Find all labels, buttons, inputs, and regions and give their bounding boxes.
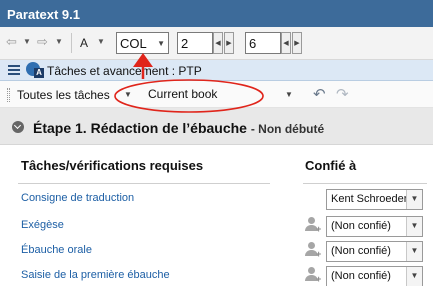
project-letter-icon: A	[34, 68, 44, 78]
book-dropdown-icon[interactable]: ▼	[157, 39, 165, 48]
verse-field[interactable]: 6	[245, 32, 281, 54]
task-link[interactable]: Consigne de traduction	[21, 192, 134, 204]
navigation-toolbar: ⇦ ▼ ⇨ ▼ A ▼ COL ▼ 2 ◀ ▶ 6 ◀ ▶	[0, 27, 433, 60]
assignee-value: Kent Schroeder	[331, 193, 408, 205]
book-range-dropdown[interactable]: Current book	[148, 87, 217, 101]
forward-arrow-icon[interactable]: ⇨	[37, 35, 48, 49]
verse-value: 6	[249, 36, 257, 51]
assignee-dropdown-icon[interactable]: ▼	[406, 267, 422, 286]
stage-status: - Non débuté	[250, 122, 325, 136]
assignee-dropdown-icon[interactable]: ▼	[406, 190, 422, 209]
collapse-chevron-icon[interactable]	[12, 121, 24, 133]
window-title: Paratext 9.1	[7, 7, 80, 22]
panel-title: Tâches et avancement : PTP	[47, 64, 202, 78]
assignee-dropdown-icon[interactable]: ▼	[406, 242, 422, 261]
assign-user-icon[interactable]: +	[305, 267, 321, 284]
tasks-header-divider	[18, 183, 270, 184]
panel-header: A Tâches et avancement : PTP	[0, 60, 433, 81]
stage-title-text: Étape 1. Rédaction de l’ébauche	[33, 120, 247, 136]
redo-icon[interactable]: ↷	[336, 85, 349, 103]
assignee-dropdown-icon[interactable]: ▼	[406, 217, 422, 236]
assigned-column-header: Confié à	[305, 158, 357, 173]
task-row: Exégèse + (Non confié) ▼	[0, 215, 433, 242]
book-selector[interactable]: COL ▼	[116, 32, 169, 54]
verse-previous-button[interactable]: ◀	[281, 32, 291, 54]
stage-header: Étape 1. Rédaction de l’ébauche - Non dé…	[0, 108, 433, 145]
task-link[interactable]: Saisie de la première ébauche	[21, 269, 170, 281]
task-link[interactable]: Exégèse	[21, 219, 64, 231]
chapter-next-button[interactable]: ▶	[224, 32, 234, 54]
assigned-header-divider	[303, 183, 427, 184]
book-value: COL	[120, 36, 147, 51]
filter-bar: Toutes les tâches ▼ Current book ▼ ↶ ↷	[0, 81, 433, 108]
task-filter-caret-icon[interactable]: ▼	[124, 90, 132, 99]
tasks-column-header: Tâches/vérifications requises	[21, 158, 204, 173]
assignee-value: (Non confié)	[331, 270, 391, 282]
task-filter-dropdown[interactable]: Toutes les tâches	[17, 88, 110, 102]
assign-user-icon[interactable]: +	[305, 242, 321, 259]
toolbar-grip-icon[interactable]	[7, 88, 10, 102]
book-range-caret-icon[interactable]: ▼	[285, 90, 293, 99]
undo-icon[interactable]: ↶	[313, 85, 326, 103]
font-size-button[interactable]: A	[80, 36, 88, 50]
assign-user-icon[interactable]: +	[305, 217, 321, 234]
back-arrow-icon[interactable]: ⇦	[6, 35, 17, 49]
chapter-field[interactable]: 2	[177, 32, 213, 54]
chapter-value: 2	[181, 36, 189, 51]
font-caret-icon[interactable]: ▼	[97, 37, 105, 46]
menu-icon[interactable]	[8, 65, 20, 75]
toolbar-separator	[71, 33, 72, 53]
forward-history-caret-icon[interactable]: ▼	[55, 37, 63, 46]
window-title-bar: Paratext 9.1	[0, 0, 433, 27]
task-link[interactable]: Ébauche orale	[21, 244, 92, 256]
task-row: Consigne de traduction Kent Schroeder ▼	[0, 188, 433, 215]
chapter-previous-button[interactable]: ◀	[213, 32, 223, 54]
task-row: Saisie de la première ébauche + (Non con…	[0, 265, 433, 286]
assignee-value: (Non confié)	[331, 220, 391, 232]
assignee-value: (Non confié)	[331, 245, 391, 257]
stage-title: Étape 1. Rédaction de l’ébauche - Non dé…	[33, 120, 324, 136]
task-row: Ébauche orale + (Non confié) ▼	[0, 240, 433, 267]
verse-next-button[interactable]: ▶	[292, 32, 302, 54]
back-history-caret-icon[interactable]: ▼	[23, 37, 31, 46]
